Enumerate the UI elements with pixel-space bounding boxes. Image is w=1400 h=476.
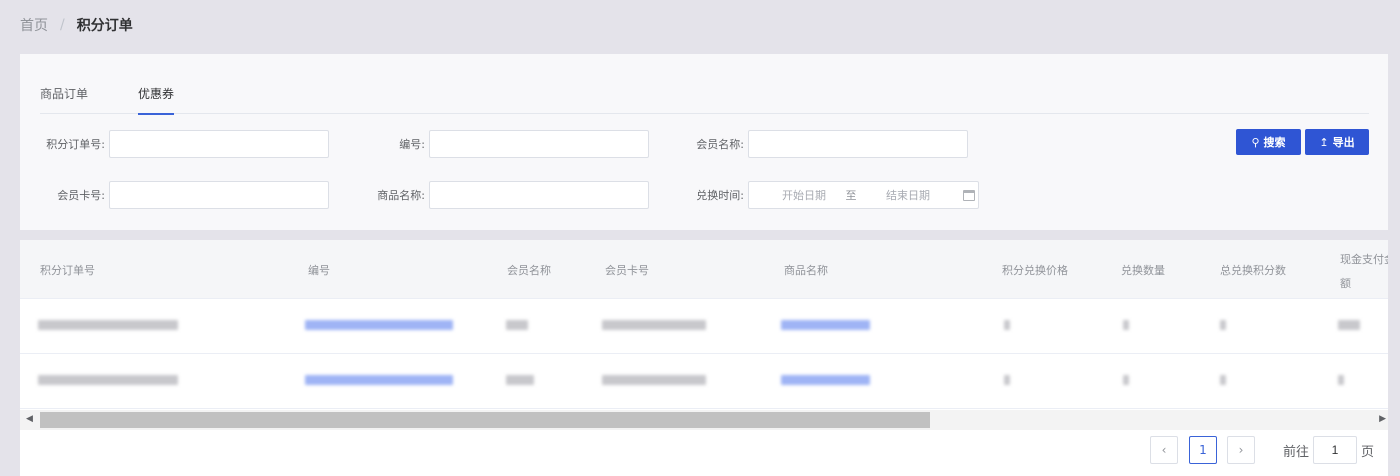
col-card-no: 会员卡号 <box>605 264 649 277</box>
filter-exchange-time: 兑换时间: 开始日期 至 结束日期 <box>680 181 979 209</box>
redacted-cell <box>1004 320 1010 330</box>
col-product-name: 商品名称 <box>784 264 828 277</box>
redacted-link[interactable] <box>305 375 453 385</box>
redacted-cell <box>1123 320 1129 330</box>
table-row[interactable] <box>20 299 1388 354</box>
col-code: 编号 <box>308 264 330 277</box>
filter-order-no: 积分订单号: <box>40 130 329 158</box>
start-date-input[interactable]: 开始日期 <box>769 187 839 203</box>
table-row[interactable] <box>20 354 1388 409</box>
breadcrumb-current: 积分订单 <box>76 18 133 34</box>
product-name-input[interactable] <box>429 181 649 209</box>
goto-label: 前往 <box>1283 444 1310 460</box>
page-suffix-label: 页 <box>1361 444 1375 460</box>
col-order-no: 积分订单号 <box>40 264 95 277</box>
exchange-time-label: 兑换时间: <box>696 189 744 202</box>
redacted-cell <box>506 375 534 385</box>
chevron-right-icon: › <box>1238 443 1244 457</box>
tab-bar: 商品订单 优惠券 <box>40 82 1369 115</box>
scroll-left-arrow-icon[interactable]: ◀ <box>26 414 33 424</box>
code-label: 编号: <box>399 138 425 151</box>
order-no-label: 积分订单号: <box>46 138 105 151</box>
col-exchange-qty: 兑换数量 <box>1121 264 1165 277</box>
redacted-cell <box>1338 320 1360 330</box>
scroll-right-arrow-icon[interactable]: ▶ <box>1379 414 1386 424</box>
col-exchange-price: 积分兑换价格 <box>1002 264 1068 277</box>
redacted-link[interactable] <box>781 320 870 330</box>
filter-code: 编号: <box>360 130 649 158</box>
page-number-button[interactable]: 1 <box>1189 436 1217 464</box>
date-range-picker[interactable]: 开始日期 至 结束日期 <box>748 181 979 209</box>
code-input[interactable] <box>429 130 649 158</box>
next-page-button[interactable]: › <box>1227 436 1255 464</box>
redacted-cell <box>506 320 528 330</box>
order-no-input[interactable] <box>109 130 329 158</box>
pagination: ‹ 1 › 前往 页 <box>1150 436 1374 464</box>
col-cash-amount-wrap: 额 <box>1340 277 1351 290</box>
breadcrumb-separator: / <box>60 17 65 33</box>
export-button-label: 导出 <box>1332 136 1355 149</box>
calendar-icon <box>963 189 975 201</box>
chevron-left-icon: ‹ <box>1161 443 1167 457</box>
redacted-cell <box>1220 375 1226 385</box>
horizontal-scrollbar[interactable]: ◀ ▶ <box>20 410 1388 430</box>
orders-table: 积分订单号 编号 会员名称 会员卡号 商品名称 积分兑换价格 兑换数量 总兑换积… <box>20 240 1388 476</box>
member-name-input[interactable] <box>748 130 968 158</box>
end-date-input[interactable]: 结束日期 <box>873 187 943 203</box>
redacted-cell <box>38 375 178 385</box>
redacted-link[interactable] <box>781 375 870 385</box>
redacted-cell <box>38 320 178 330</box>
redacted-cell <box>1123 375 1129 385</box>
prev-page-button[interactable]: ‹ <box>1150 436 1178 464</box>
redacted-cell <box>1220 320 1226 330</box>
redacted-cell <box>1338 375 1344 385</box>
member-name-label: 会员名称: <box>696 138 744 151</box>
col-cash-amount: 现金支付金 <box>1340 253 1388 266</box>
search-icon: ⚲ <box>1251 135 1260 149</box>
tab-coupons[interactable]: 优惠券 <box>138 82 175 115</box>
tab-product-orders[interactable]: 商品订单 <box>40 82 88 114</box>
filter-member-name: 会员名称: <box>680 130 968 158</box>
redacted-cell <box>1004 375 1010 385</box>
export-button[interactable]: ↥ 导出 <box>1305 129 1369 155</box>
redacted-cell <box>602 375 706 385</box>
redacted-link[interactable] <box>305 320 453 330</box>
goto-page-input[interactable] <box>1313 436 1358 464</box>
col-member-name: 会员名称 <box>507 264 551 277</box>
product-name-label: 商品名称: <box>377 189 425 202</box>
search-button-label: 搜索 <box>1263 136 1286 149</box>
redacted-cell <box>602 320 706 330</box>
filter-product-name: 商品名称: <box>360 181 649 209</box>
date-separator: 至 <box>845 189 857 202</box>
table-header: 积分订单号 编号 会员名称 会员卡号 商品名称 积分兑换价格 兑换数量 总兑换积… <box>20 240 1388 299</box>
col-total-points: 总兑换积分数 <box>1220 264 1286 277</box>
upload-icon: ↥ <box>1319 135 1329 149</box>
search-button[interactable]: ⚲ 搜索 <box>1236 129 1301 155</box>
scrollbar-thumb[interactable] <box>40 412 930 428</box>
filter-card-no: 会员卡号: <box>40 181 329 209</box>
card-no-input[interactable] <box>109 181 329 209</box>
filter-panel: 商品订单 优惠券 积分订单号: 编号: 会员名称: 会员卡号: 商品名称: 兑换… <box>20 54 1388 230</box>
breadcrumb: 首页 / 积分订单 <box>20 14 133 36</box>
breadcrumb-home[interactable]: 首页 <box>20 15 48 35</box>
card-no-label: 会员卡号: <box>57 189 105 202</box>
